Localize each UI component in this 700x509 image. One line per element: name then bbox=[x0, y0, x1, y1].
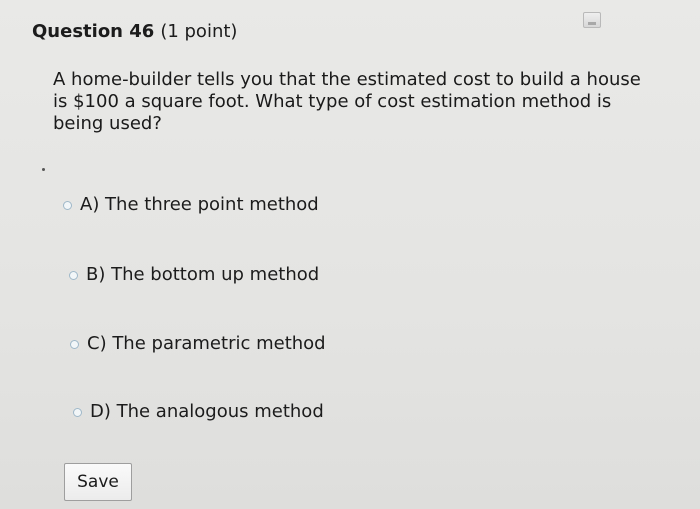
bullet-mark bbox=[42, 168, 45, 171]
radio-option-b[interactable] bbox=[69, 270, 78, 280]
quiz-page: Question 46 (1 point) A home-builder tell… bbox=[0, 0, 700, 509]
option-d[interactable]: D) The analogous method bbox=[73, 400, 324, 424]
radio-option-d[interactable] bbox=[73, 407, 82, 417]
radio-option-a[interactable] bbox=[63, 200, 72, 210]
option-a-label: A) The three point method bbox=[80, 194, 319, 215]
option-a[interactable]: A) The three point method bbox=[63, 193, 319, 217]
option-b[interactable]: B) The bottom up method bbox=[69, 263, 319, 287]
option-c-label: C) The parametric method bbox=[87, 333, 326, 354]
option-b-label: B) The bottom up method bbox=[86, 264, 320, 285]
radio-option-c[interactable] bbox=[70, 339, 79, 349]
option-d-label: D) The analogous method bbox=[90, 401, 324, 422]
save-button[interactable]: Save bbox=[64, 463, 132, 501]
question-points: (1 point) bbox=[160, 21, 238, 42]
option-c[interactable]: C) The parametric method bbox=[70, 332, 326, 356]
question-prompt: A home-builder tells you that the estima… bbox=[53, 69, 641, 134]
question-header: Question 46 (1 point) bbox=[32, 20, 237, 44]
question-title: Question 46 bbox=[32, 21, 155, 42]
flag-question-icon[interactable] bbox=[583, 12, 601, 28]
